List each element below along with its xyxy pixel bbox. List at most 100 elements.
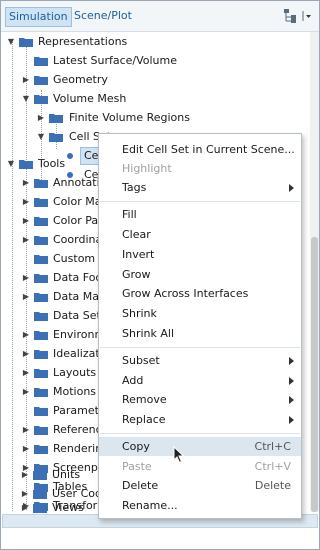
folder-icon <box>33 470 47 480</box>
tree-item-geometry[interactable]: ▶ Geometry <box>1 70 301 89</box>
tree-item-label: Data Foc <box>53 271 102 284</box>
menu-item-label: Add <box>122 374 144 387</box>
menu-shortcut: Ctrl+C <box>254 440 291 453</box>
tree-item-color-maps[interactable]: ▶ Color Ma <box>1 192 102 211</box>
tree-item-label: Coordina <box>53 233 103 246</box>
menu-item-delete[interactable]: Delete Delete <box>99 476 301 495</box>
menu-item-copy[interactable]: Copy Ctrl+C <box>99 437 301 456</box>
scrollbar-thumb[interactable] <box>311 237 318 512</box>
vertical-scrollbar[interactable] <box>310 32 319 512</box>
tree-item-label: Renderin <box>53 442 103 455</box>
collapse-icon[interactable]: ▼ <box>6 32 16 51</box>
menu-item-fill[interactable]: Fill <box>99 205 301 224</box>
folder-icon <box>34 311 48 321</box>
tree-item-label: Units <box>52 468 81 481</box>
tree-item-label: Volume Mesh <box>53 92 127 105</box>
folder-icon <box>34 444 48 454</box>
menu-item-rename[interactable]: Rename... <box>99 496 301 515</box>
menu-item-label: Highlight <box>122 162 172 175</box>
menu-item-grow-across-interfaces[interactable]: Grow Across Interfaces <box>99 284 301 303</box>
tree-item-idealizations[interactable]: ▶ Idealizat <box>1 344 100 363</box>
menu-item-remove[interactable]: Remove <box>99 390 301 409</box>
tree-item-data-focus[interactable]: ▶ Data Foc <box>1 268 102 287</box>
folder-icon <box>34 330 48 340</box>
expand-icon[interactable]: ▶ <box>36 108 46 127</box>
folder-icon <box>34 254 48 264</box>
tree-item-units[interactable]: ▶ Units <box>0 465 98 484</box>
expand-icon[interactable]: ▶ <box>21 230 31 249</box>
expand-icon[interactable]: ▶ <box>21 211 31 230</box>
menu-item-label: Remove <box>122 393 167 406</box>
submenu-arrow-icon <box>289 416 294 424</box>
collapse-icon[interactable]: ▼ <box>36 127 46 146</box>
collapse-icon[interactable]: ▼ <box>6 154 16 173</box>
tab-simulation[interactable]: Simulation <box>5 7 72 27</box>
tree-item-coordinate-systems[interactable]: ▶ Coordina <box>1 230 103 249</box>
chevron-down-icon[interactable] <box>301 8 315 24</box>
tree-item-motions[interactable]: ▶ Motions <box>1 382 99 401</box>
menu-shortcut: Delete <box>254 479 291 492</box>
expand-icon[interactable]: ▶ <box>21 287 31 306</box>
menu-item-label: Grow <box>122 268 151 281</box>
folder-icon <box>34 292 48 302</box>
tree-item-label: Referenc <box>53 423 102 436</box>
expand-icon[interactable]: ▶ <box>21 268 31 287</box>
tree-item-environments[interactable]: ▶ Environm <box>1 325 105 344</box>
expand-icon[interactable]: ▶ <box>21 363 31 382</box>
collapse-icon[interactable]: ▼ <box>21 89 31 108</box>
menu-item-paste: Paste Ctrl+V <box>99 457 301 476</box>
folder-icon <box>34 178 48 188</box>
menu-item-tags[interactable]: Tags <box>99 178 301 197</box>
folder-icon <box>34 235 48 245</box>
tree-item-representations[interactable]: ▼ Representations <box>1 32 301 51</box>
menu-separator <box>100 201 300 202</box>
tree-item-label: Data Set <box>53 309 101 322</box>
submenu-arrow-icon <box>289 396 294 404</box>
tree-item-finite-volume-regions[interactable]: ▶ Finite Volume Regions <box>1 108 301 127</box>
menu-item-shrink-all[interactable]: Shrink All <box>99 324 301 343</box>
tree-item-data-mappers[interactable]: ▶ Data Map <box>1 287 106 306</box>
hierarchy-icon[interactable] <box>283 8 297 24</box>
expand-icon[interactable]: ▶ <box>20 465 30 484</box>
tree-item-color-palettes[interactable]: ▶ Color Pal <box>1 211 101 230</box>
menu-item-invert[interactable]: Invert <box>99 245 301 264</box>
menu-separator <box>100 347 300 348</box>
folder-icon <box>33 503 47 513</box>
menu-item-grow[interactable]: Grow <box>99 265 301 284</box>
tree-item-rendering[interactable]: ▶ Renderin <box>1 439 103 458</box>
expand-icon[interactable]: ▶ <box>21 382 31 401</box>
menu-item-label: Grow Across Interfaces <box>122 287 249 300</box>
menu-item-add[interactable]: Add <box>99 371 301 390</box>
menu-item-clear[interactable]: Clear <box>99 225 301 244</box>
expand-icon[interactable]: ▶ <box>21 192 31 211</box>
tree-item-layouts[interactable]: ▶ Layouts <box>1 363 99 382</box>
tree-item-annotations[interactable]: ▶ Annotatio <box>1 173 106 192</box>
menu-item-label: Delete <box>122 479 159 492</box>
folder-icon <box>34 216 48 226</box>
menu-item-replace[interactable]: Replace <box>99 410 301 429</box>
folder-icon <box>34 406 48 416</box>
expand-icon[interactable]: ▶ <box>21 344 31 363</box>
menu-item-label: Fill <box>122 208 137 221</box>
folder-icon <box>34 273 48 283</box>
tree-item-label: Finite Volume Regions <box>69 111 190 124</box>
tree-item-latest-surface-volume[interactable]: Latest Surface/Volume <box>1 51 301 70</box>
tree-item-custom-tools[interactable]: Custom T <box>1 249 105 268</box>
tree-item-volume-mesh[interactable]: ▼ Volume Mesh <box>1 89 301 108</box>
tree-item-parameters[interactable]: Paramete <box>1 401 106 420</box>
tab-scene-plot[interactable]: Scene/Plot <box>71 7 135 25</box>
menu-item-shrink[interactable]: Shrink <box>99 304 301 323</box>
menu-item-edit-cell-set[interactable]: Edit Cell Set in Current Scene... <box>99 140 301 159</box>
expand-icon[interactable]: ▶ <box>21 173 31 192</box>
menu-item-label: Paste <box>122 460 152 473</box>
expand-icon[interactable]: ▶ <box>21 70 31 89</box>
tree-item-data-set[interactable]: Data Set <box>1 306 101 325</box>
expand-icon[interactable]: ▶ <box>21 325 31 344</box>
expand-icon[interactable]: ▶ <box>21 439 31 458</box>
tree-item-reference-values[interactable]: ▶ Referenc <box>1 420 102 439</box>
submenu-arrow-icon <box>289 377 294 385</box>
expand-icon[interactable]: ▶ <box>21 420 31 439</box>
menu-item-subset[interactable]: Subset <box>99 351 301 370</box>
folder-icon <box>49 113 63 123</box>
menu-item-highlight: Highlight <box>99 159 301 178</box>
